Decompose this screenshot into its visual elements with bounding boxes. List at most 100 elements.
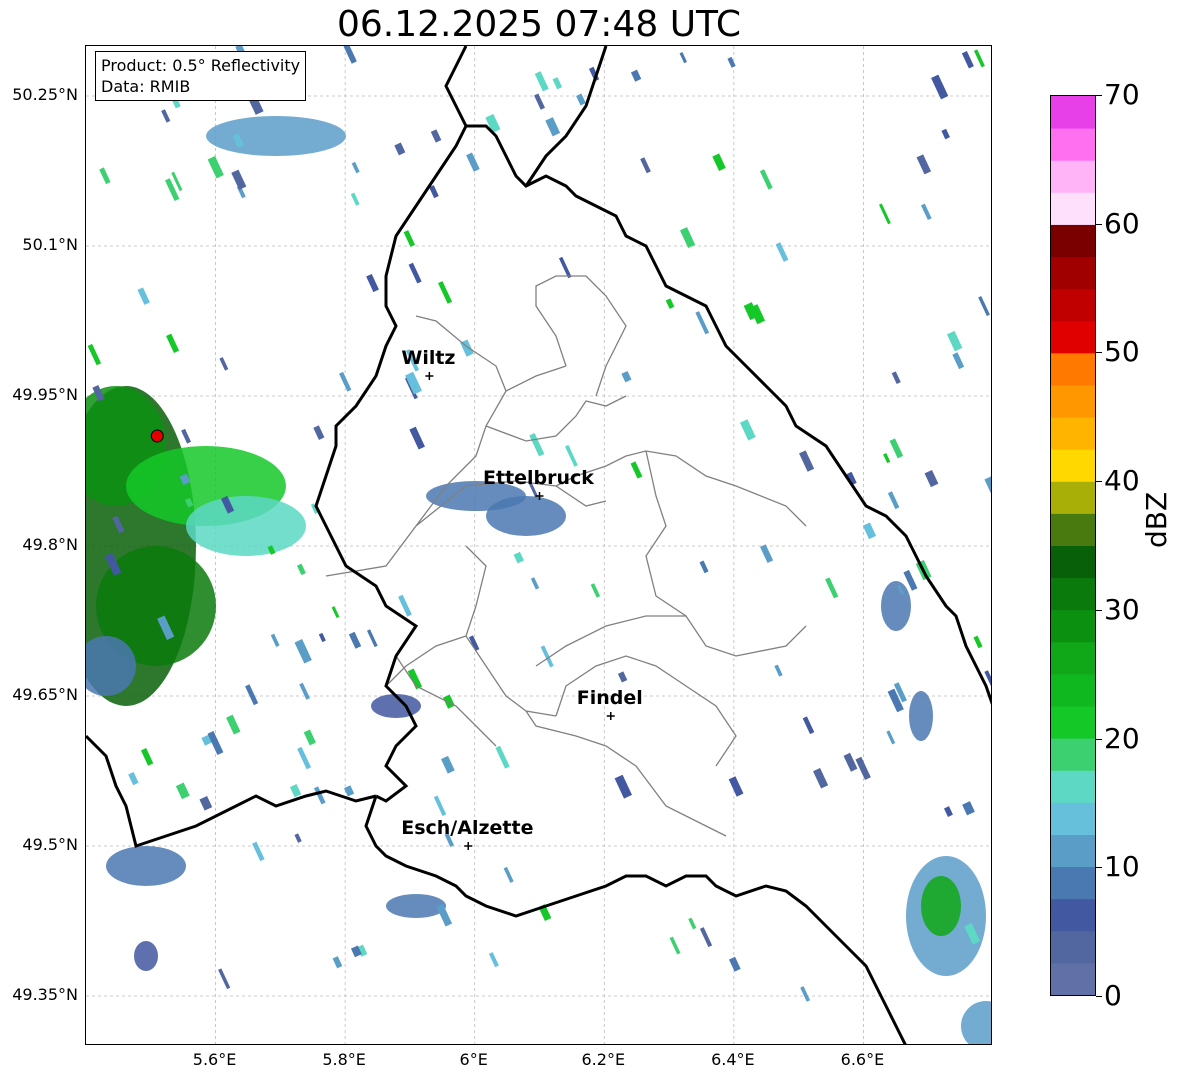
radar-echo-streak xyxy=(161,109,171,123)
radar-echo xyxy=(386,894,446,918)
radar-echo-streak xyxy=(739,419,756,441)
lat-tick-label: 49.65°N xyxy=(12,685,78,704)
radar-echo-streak xyxy=(128,771,139,786)
lat-tick-label: 50.1°N xyxy=(22,235,78,254)
radar-echo-streak xyxy=(332,956,343,969)
colorbar-tick xyxy=(1096,352,1102,354)
radar-echo-streak xyxy=(529,433,545,457)
city-label: Esch/Alzette xyxy=(401,817,534,839)
colorbar-label: dBZ xyxy=(1140,491,1173,548)
radar-echoes xyxy=(86,46,991,1044)
colorbar-swatch xyxy=(1051,320,1095,354)
radar-echo-streak xyxy=(630,461,643,479)
colorbar-swatch xyxy=(1051,770,1095,803)
radar-echo-streak xyxy=(99,167,111,185)
radar-echo-streak xyxy=(978,296,990,317)
radar-echo-streak xyxy=(883,453,891,464)
radar-echo-streak xyxy=(140,748,154,766)
colorbar-tick xyxy=(1096,996,1102,997)
colorbar-tick-label: 0 xyxy=(1104,979,1122,1012)
colorbar-swatch xyxy=(1051,160,1095,193)
colorbar-tick xyxy=(1096,609,1102,611)
radar-echo-streak xyxy=(800,986,811,1002)
radar-echo-streak xyxy=(485,113,501,133)
radar-echo-streak xyxy=(313,786,326,805)
radar-echo-streak xyxy=(407,668,423,690)
radar-echo xyxy=(881,581,911,631)
lon-tick-label: 6.2°E xyxy=(581,1050,626,1069)
info-box: Product: 0.5° Reflectivity Data: RMIB xyxy=(95,51,307,101)
radar-echo-streak xyxy=(621,370,632,383)
colorbar-swatch xyxy=(1051,288,1095,322)
colorbar-swatch xyxy=(1051,384,1095,418)
colorbar-swatch xyxy=(1051,481,1095,514)
colorbar-tick xyxy=(1096,867,1102,869)
colorbar-tick-label: 40 xyxy=(1104,464,1140,498)
colorbar-swatch xyxy=(1051,513,1095,546)
radar-map-canvas xyxy=(86,46,991,1044)
map-title: 06.12.2025 07:48 UTC xyxy=(336,4,742,45)
colorbar-swatch xyxy=(1051,706,1095,739)
radar-echo-streak xyxy=(973,635,983,649)
radar-echo-streak xyxy=(760,544,774,564)
colorbar-swatch xyxy=(1051,96,1095,129)
colorbar-swatch xyxy=(1051,609,1095,643)
lat-tick-label: 49.8°N xyxy=(22,535,78,554)
city-marker xyxy=(425,372,434,380)
radar-echo-streak xyxy=(799,450,815,472)
radar-echo-streak xyxy=(679,227,696,249)
radar-echo-streak xyxy=(862,522,877,540)
radar-echo-streak xyxy=(299,682,310,700)
radar-echo xyxy=(909,691,933,741)
radar-echo-streak xyxy=(728,776,744,797)
radar-echo xyxy=(961,1001,991,1044)
radar-echo-streak xyxy=(952,352,965,370)
radar-echo-streak xyxy=(166,333,180,353)
radar-echo-streak xyxy=(540,645,554,668)
radar-echo-streak xyxy=(181,428,192,444)
colorbar-swatch xyxy=(1051,930,1095,964)
radar-echo-streak xyxy=(252,841,265,862)
lon-tick-label: 6.4°E xyxy=(711,1050,755,1069)
radar-echo-streak xyxy=(946,330,963,352)
radar-echo-streak xyxy=(759,169,773,190)
colorbar-swatch xyxy=(1051,802,1095,835)
radar-echo-streak xyxy=(394,142,406,156)
colorbar-tick xyxy=(1096,738,1102,740)
lon-tick-label: 5.6°E xyxy=(192,1050,237,1069)
lon-tick-label: 6°E xyxy=(459,1050,488,1069)
radar-echo-streak xyxy=(403,230,415,247)
radar-echo-streak xyxy=(640,157,651,174)
radar-echo-streak xyxy=(331,606,340,618)
radar-echo-streak xyxy=(137,287,150,305)
radar-echo-streak xyxy=(313,425,325,440)
radar-echo-streak xyxy=(433,795,447,817)
colorbar-swatch xyxy=(1051,962,1095,995)
radar-echo-streak xyxy=(962,801,975,816)
radar-echo-streak xyxy=(630,69,642,82)
radar-echo-streak xyxy=(289,784,302,798)
radar-echo-streak xyxy=(941,128,950,140)
radar-echo-streak xyxy=(318,632,326,643)
radar-echo-streak xyxy=(843,752,858,772)
radar-echo-streak xyxy=(617,671,628,683)
radar-echo-streak xyxy=(688,917,697,930)
radar-echo-streak xyxy=(727,56,736,68)
colorbar-swatch xyxy=(1051,224,1095,258)
lat-tick-label: 49.5°N xyxy=(22,835,78,854)
radar-echo-streak xyxy=(576,93,586,106)
radar-echo-streak xyxy=(245,684,259,706)
radar-echo-streak xyxy=(973,49,985,68)
radar-echo-streak xyxy=(878,203,891,225)
radar-echo-streak xyxy=(984,475,991,496)
city-marker xyxy=(464,842,473,850)
colorbar-tick-label: 50 xyxy=(1104,335,1140,369)
radar-echo-streak xyxy=(488,952,499,968)
colorbar-swatch xyxy=(1051,449,1095,482)
radar-echo-streak xyxy=(699,927,713,948)
colorbar-tick xyxy=(1096,95,1102,96)
radar-echo-streak xyxy=(408,262,422,284)
radar-echo-streak xyxy=(430,129,442,143)
radar-echo-streak xyxy=(534,71,549,92)
radar-echo-streak xyxy=(495,745,510,769)
